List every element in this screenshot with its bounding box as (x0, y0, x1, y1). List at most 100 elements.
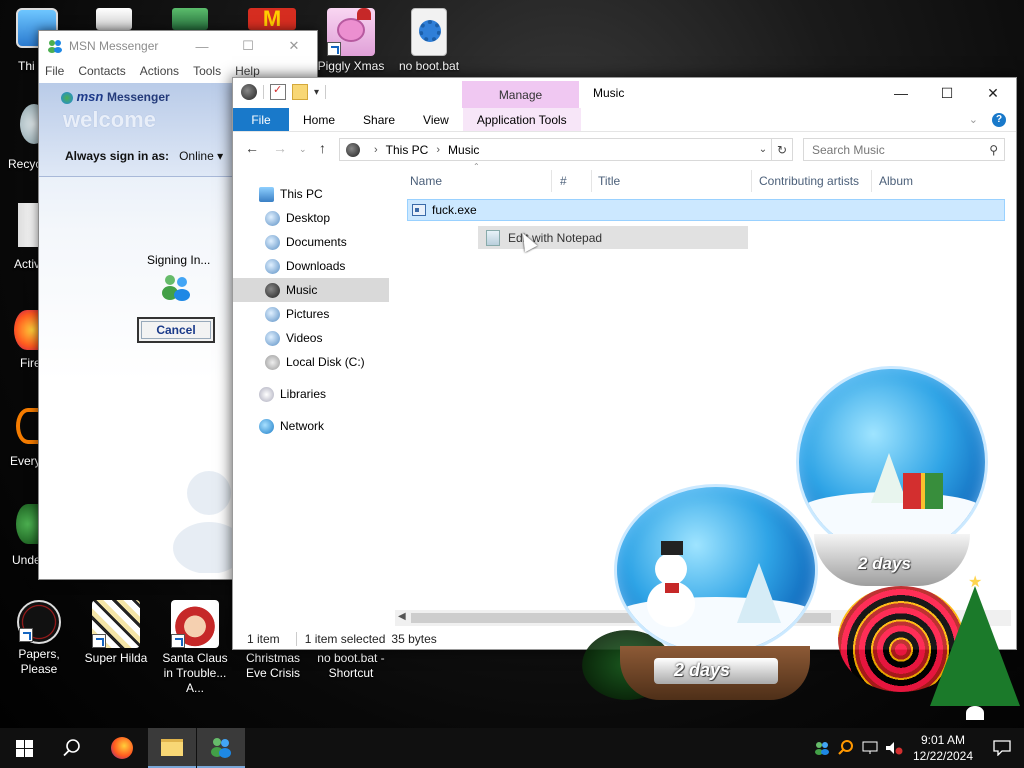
tab-share[interactable]: Share (349, 108, 409, 131)
desktop-icon-piggly-xmas[interactable]: Piggly Xmas (313, 8, 389, 74)
column-headers: Name # Title Contributing artists Album (403, 170, 1003, 192)
desktop-icon-everything[interactable]: Every (0, 408, 41, 468)
desktop-icon-no-boot-bat[interactable]: no boot.bat (391, 8, 467, 74)
nav-videos[interactable]: Videos (233, 326, 389, 350)
snow-globe-icon (796, 366, 988, 558)
tray-search-icon[interactable] (834, 740, 858, 756)
column-number[interactable]: # (560, 174, 567, 188)
start-button[interactable] (0, 728, 48, 768)
forward-arrow-icon[interactable]: → (273, 140, 287, 156)
tab-file[interactable]: File (233, 108, 289, 131)
status-separator (295, 632, 297, 646)
welcome-text: welcome (63, 107, 156, 132)
notification-center-icon[interactable] (980, 740, 1024, 756)
nav-network[interactable]: Network (259, 414, 389, 438)
desktop-icon-super-hilda[interactable]: Super Hilda (78, 600, 154, 666)
close-button[interactable]: ✕ (271, 31, 317, 61)
column-album[interactable]: Album (879, 174, 913, 188)
tab-view[interactable]: View (409, 108, 463, 131)
close-button[interactable]: ✕ (970, 78, 1016, 108)
everything-icon (16, 408, 40, 444)
menu-file[interactable]: File (45, 64, 64, 78)
desktop-icon-recycle-bin[interactable]: Recyc (0, 104, 48, 171)
desktop-icon-santa-claus[interactable]: Santa Claus in Trouble... A... (157, 600, 233, 696)
column-name[interactable]: Name (410, 174, 442, 188)
clock[interactable]: 9:01 AM 12/22/2024 (906, 732, 980, 764)
nav-music[interactable]: Music (233, 278, 389, 302)
menu-help[interactable]: Help (235, 64, 260, 78)
customize-qat-icon[interactable]: ▾ (314, 87, 319, 98)
desktop-icon-firefox[interactable]: Fire (0, 310, 41, 370)
minimize-button[interactable]: — (878, 78, 924, 108)
desktop-icon-undertale[interactable]: Unde (0, 504, 41, 567)
column-contributing-artists[interactable]: Contributing artists (759, 174, 859, 188)
desktop-icon-label: no boot.bat (398, 59, 460, 73)
executable-icon (412, 204, 426, 216)
days-remaining-label: 2 days (858, 554, 911, 573)
libraries-icon (259, 386, 274, 402)
scroll-left-icon[interactable]: ◀ (398, 611, 406, 622)
nav-desktop[interactable]: Desktop (233, 206, 389, 230)
properties-icon[interactable]: ✓ (270, 84, 286, 100)
breadcrumb-this-pc[interactable]: This PC (386, 143, 429, 157)
msn-logo: msn Messenger (61, 89, 170, 104)
christmas-tree-decoration: ★ (930, 572, 1020, 722)
nav-this-pc[interactable]: This PC (259, 182, 389, 206)
cancel-button[interactable]: Cancel (137, 317, 215, 343)
nav-pictures[interactable]: Pictures (233, 302, 389, 326)
expand-ribbon-icon[interactable]: ⌄ (969, 113, 978, 126)
tray-msn-icon[interactable] (810, 740, 834, 756)
status-dropdown[interactable]: Online ▾ (172, 149, 223, 163)
nav-local-disk[interactable]: Local Disk (C:) (233, 350, 389, 374)
breadcrumb-music[interactable]: Music (448, 143, 479, 157)
pine-tree-icon (737, 563, 781, 623)
search-button[interactable] (48, 728, 96, 768)
computer-icon (259, 186, 274, 202)
desktop-icon-partial-2[interactable] (172, 8, 208, 30)
up-arrow-icon[interactable]: ↑ (319, 140, 326, 156)
nav-documents[interactable]: Documents (233, 230, 389, 254)
back-arrow-icon[interactable]: ← (245, 140, 259, 156)
piggly-xmas-icon (327, 8, 375, 56)
search-input[interactable]: Search Music ⚲ (803, 138, 1005, 161)
msn-buddy-icon (47, 38, 63, 54)
music-location-icon (346, 142, 360, 157)
menu-actions[interactable]: Actions (140, 64, 179, 78)
menu-contacts[interactable]: Contacts (78, 64, 125, 78)
taskbar-file-explorer[interactable] (148, 728, 196, 768)
maximize-button[interactable]: ☐ (225, 31, 271, 61)
address-bar[interactable]: › This PC › Music ⌄ (339, 138, 772, 161)
tab-application-tools[interactable]: Application Tools (462, 108, 581, 131)
manage-contextual-tab[interactable]: Manage (462, 81, 579, 108)
tab-home[interactable]: Home (289, 108, 349, 131)
taskbar-firefox[interactable] (98, 728, 146, 768)
column-title[interactable]: Title (598, 174, 620, 188)
christmas-tree-icon (871, 453, 907, 503)
taskbar-msn-messenger[interactable] (197, 728, 245, 768)
firefox-icon (14, 310, 40, 350)
file-row[interactable]: fuck.exe (407, 199, 1005, 221)
recent-locations-icon[interactable]: ⌄ (299, 144, 307, 155)
desktop-icon-partial-3[interactable]: M (248, 8, 296, 30)
help-icon[interactable]: ? (992, 112, 1006, 127)
shortcut-arrow-icon (92, 634, 106, 648)
buddies-icon (159, 273, 193, 301)
desktop-icon-papers-please[interactable]: Papers, Please (1, 600, 77, 677)
new-folder-icon[interactable] (292, 84, 308, 100)
desktop-icon-activate[interactable]: Activ (0, 203, 40, 271)
refresh-button[interactable]: ↻ (772, 138, 793, 161)
menu-tools[interactable]: Tools (193, 64, 221, 78)
desktop-icon-label: Christmas Eve Crisis (245, 651, 300, 680)
address-dropdown-icon[interactable]: ⌄ (755, 144, 771, 155)
desktop-icon-partial-1[interactable] (96, 8, 132, 30)
volume-muted-icon[interactable] (882, 741, 906, 755)
desktop-icon-this-pc[interactable]: Thi (0, 8, 58, 73)
explorer-title-bar[interactable]: ✓ ▾ Manage Music — ☐ ✕ (233, 78, 1016, 108)
nav-downloads[interactable]: Downloads (233, 254, 389, 278)
file-name: fuck.exe (432, 203, 477, 217)
network-icon[interactable] (858, 741, 882, 755)
maximize-button[interactable]: ☐ (924, 78, 970, 108)
msn-title-bar[interactable]: MSN Messenger — ☐ ✕ (39, 31, 317, 61)
minimize-button[interactable]: — (179, 31, 225, 61)
nav-libraries[interactable]: Libraries (259, 382, 389, 406)
